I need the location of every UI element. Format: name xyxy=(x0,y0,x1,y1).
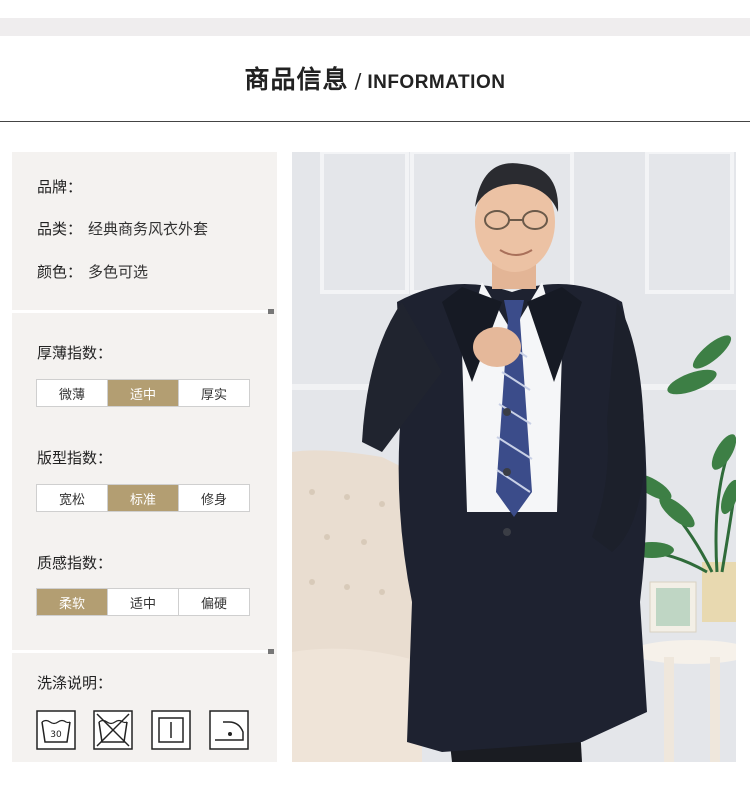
thickness-option: 厚实 xyxy=(200,387,227,403)
category-row: 品类： 经典商务风衣外套 xyxy=(37,218,208,239)
tumble-dry-icon xyxy=(151,710,191,750)
divider-marker xyxy=(268,309,274,314)
brand-row: 品牌： xyxy=(37,176,88,197)
category-label: 品类： xyxy=(37,220,83,238)
thickness-option: 微薄 xyxy=(37,380,108,406)
washing-label: 洗涤说明： xyxy=(37,674,113,692)
texture-option-selected: 柔软 xyxy=(37,589,108,615)
top-strip-band xyxy=(0,18,750,36)
color-row: 颜色： 多色可选 xyxy=(37,261,148,282)
heading-title-en: INFORMATION xyxy=(367,72,506,93)
color-label: 颜色： xyxy=(37,263,83,281)
divider-marker xyxy=(268,649,274,654)
iron-low-icon xyxy=(209,710,249,750)
color-value: 多色可选 xyxy=(88,263,149,281)
texture-option: 适中 xyxy=(108,589,179,615)
model-illustration xyxy=(292,152,736,762)
texture-scale: 柔软 适中 偏硬 xyxy=(36,588,250,616)
fit-scale: 宽松 标准 修身 xyxy=(36,484,250,512)
texture-option: 偏硬 xyxy=(200,596,227,612)
wash-30-icon: 30 xyxy=(36,710,76,750)
fit-option-selected: 标准 xyxy=(108,485,179,511)
thickness-label: 厚薄指数： xyxy=(37,344,113,362)
heading-separator: / xyxy=(354,69,362,93)
thickness-option-selected: 适中 xyxy=(108,380,179,406)
texture-label: 质感指数： xyxy=(37,554,113,572)
heading-title-cn: 商品信息 xyxy=(244,65,349,94)
no-bleach-icon xyxy=(93,710,133,750)
category-value: 经典商务风衣外套 xyxy=(88,220,209,238)
top-strip xyxy=(0,0,750,36)
thickness-scale: 微薄 适中 厚实 xyxy=(36,379,250,407)
fit-option: 宽松 xyxy=(37,485,108,511)
brand-label: 品牌： xyxy=(37,178,83,196)
divider xyxy=(12,649,274,654)
divider xyxy=(12,309,274,314)
info-panel: 品牌： 品类： 经典商务风衣外套 颜色： 多色可选 厚薄指数： 微薄 适中 厚实 版… xyxy=(12,152,277,762)
fit-option: 修身 xyxy=(200,492,227,508)
heading-rule xyxy=(0,121,750,122)
fit-label: 版型指数： xyxy=(37,449,113,467)
product-photo xyxy=(292,152,736,762)
wash-temp: 30 xyxy=(50,730,62,740)
section-heading: 商品信息 / INFORMATION xyxy=(0,60,750,96)
